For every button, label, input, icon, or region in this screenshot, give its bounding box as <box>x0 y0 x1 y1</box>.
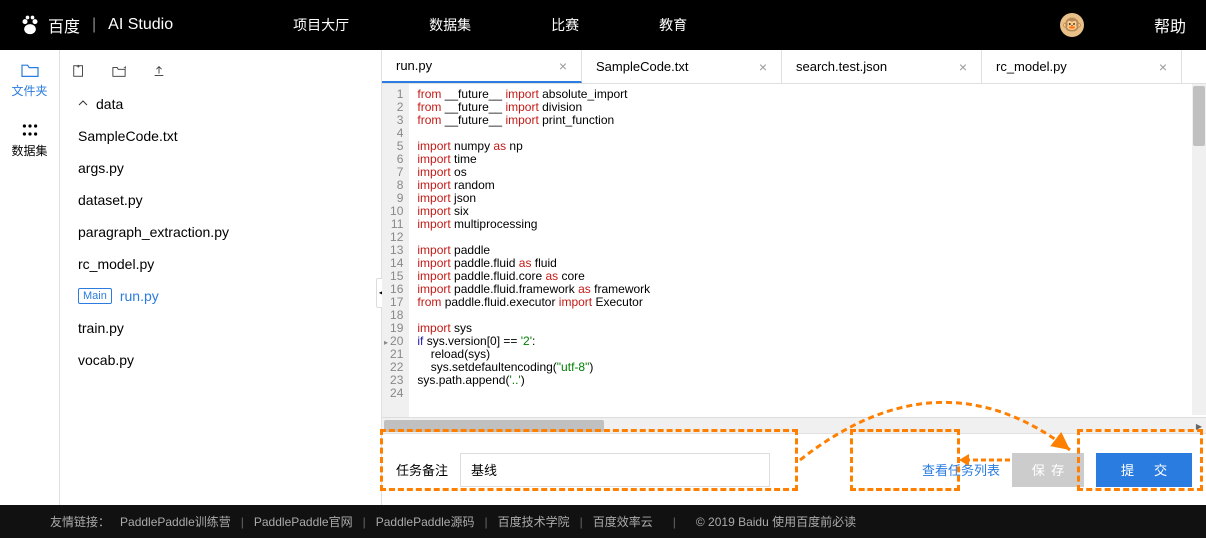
tab-search-test[interactable]: search.test.json× <box>782 50 982 83</box>
close-icon[interactable]: × <box>759 59 767 75</box>
footer-link-0[interactable]: PaddlePaddle训练营 <box>120 513 231 530</box>
footer-link-1[interactable]: PaddlePaddle官网 <box>254 513 353 530</box>
file-args[interactable]: args.py <box>60 152 381 184</box>
new-folder-icon[interactable]: + <box>112 64 126 78</box>
baidu-paw-icon <box>20 15 40 35</box>
svg-text:+: + <box>76 64 80 70</box>
left-rail: 文件夹 数据集 <box>0 50 60 505</box>
footer-link-2[interactable]: PaddlePaddle源码 <box>376 513 475 530</box>
tab-run[interactable]: run.py× <box>382 50 582 83</box>
scroll-right-icon[interactable]: ▶ <box>1192 418 1206 434</box>
footer-label: 友情链接： <box>50 513 110 530</box>
main-badge: Main <box>78 288 112 304</box>
h-scrollbar[interactable]: ◀ ▶ <box>382 417 1206 433</box>
code-area[interactable]: 123456789101112131415161718192021222324 … <box>382 84 1206 417</box>
note-label: 任务备注 <box>396 460 448 479</box>
datasets-icon <box>20 122 40 138</box>
logo-text: 百度 <box>48 13 80 37</box>
nav-help[interactable]: 帮助 <box>1154 13 1186 37</box>
close-icon[interactable]: × <box>559 58 567 74</box>
file-run-main[interactable]: Main run.py <box>60 280 381 312</box>
file-dataset[interactable]: dataset.py <box>60 184 381 216</box>
footer-link-4[interactable]: 百度效率云 <box>593 513 653 530</box>
avatar[interactable]: 🐵 <box>1060 13 1084 37</box>
tab-samplecode[interactable]: SampleCode.txt× <box>582 50 782 83</box>
h-scroll-thumb[interactable] <box>384 420 604 432</box>
rail-datasets[interactable]: 数据集 <box>0 110 59 170</box>
editor-tabs: run.py× SampleCode.txt× search.test.json… <box>382 50 1206 84</box>
file-paragraph-extraction[interactable]: paragraph_extraction.py <box>60 216 381 248</box>
close-icon[interactable]: × <box>959 59 967 75</box>
close-icon[interactable]: × <box>1159 59 1167 75</box>
file-rc-model[interactable]: rc_model.py <box>60 248 381 280</box>
task-bar: 任务备注 查看任务列表 保存 提 交 <box>382 433 1206 505</box>
footer-link-3[interactable]: 百度技术学院 <box>498 513 570 530</box>
file-vocab[interactable]: vocab.py <box>60 344 381 376</box>
v-scrollbar[interactable] <box>1192 84 1206 415</box>
editor: ◀ run.py× SampleCode.txt× search.test.js… <box>382 50 1206 505</box>
file-samplecode[interactable]: SampleCode.txt <box>60 120 381 152</box>
submit-button[interactable]: 提 交 <box>1096 453 1192 487</box>
header: 百度 | AI Studio 项目大厅 数据集 比赛 教育 🐵 帮助 <box>0 0 1206 50</box>
chevron-down-icon <box>78 99 88 109</box>
studio-text: AI Studio <box>108 16 173 34</box>
footer: 友情链接： PaddlePaddle训练营| PaddlePaddle官网| P… <box>0 505 1206 538</box>
view-tasks-link[interactable]: 查看任务列表 <box>922 460 1000 479</box>
save-button[interactable]: 保存 <box>1012 453 1084 487</box>
nav-competitions[interactable]: 比赛 <box>551 15 579 35</box>
rail-files[interactable]: 文件夹 <box>0 50 59 110</box>
nav-datasets[interactable]: 数据集 <box>429 15 471 35</box>
nav-education[interactable]: 教育 <box>659 15 687 35</box>
note-input[interactable] <box>460 453 770 487</box>
file-train[interactable]: train.py <box>60 312 381 344</box>
file-sidebar: + + data SampleCode.txt args.py dataset.… <box>60 50 382 505</box>
new-file-icon[interactable]: + <box>72 64 86 78</box>
folder-icon <box>20 62 40 78</box>
copyright: © 2019 Baidu 使用百度前必读 <box>696 513 856 530</box>
folder-data[interactable]: data <box>60 88 381 120</box>
nav-projects[interactable]: 项目大厅 <box>293 15 349 35</box>
top-nav: 项目大厅 数据集 比赛 教育 <box>293 15 687 35</box>
logo[interactable]: 百度 | AI Studio <box>20 13 173 37</box>
upload-icon[interactable] <box>152 64 166 78</box>
tab-rc-model[interactable]: rc_model.py× <box>982 50 1182 83</box>
svg-text:+: + <box>123 64 126 71</box>
